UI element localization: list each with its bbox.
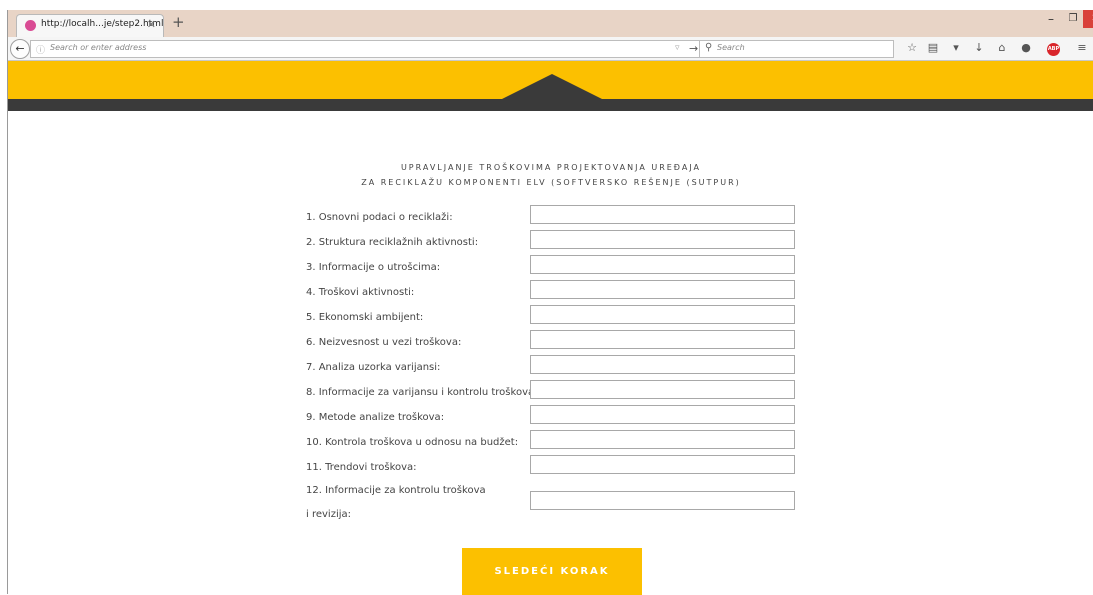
field-label-1: 1. Osnovni podaci o reciklaži: (306, 212, 453, 223)
field-label-11: 11. Trendovi troškova: (306, 462, 417, 473)
info-icon[interactable]: ⓘ (36, 43, 45, 56)
back-arrow-icon[interactable]: ← (10, 39, 30, 59)
tab-title: http://localh...je/step2.html (41, 19, 164, 29)
field-input-9[interactable] (530, 405, 795, 424)
banner-triangle-icon (500, 74, 604, 100)
new-tab-button[interactable]: + (172, 14, 185, 31)
field-label-8: 8. Informacije za varijansu i kontrolu t… (306, 387, 538, 398)
field-label-9: 9. Metode analize troškova: (306, 412, 445, 423)
field-input-3[interactable] (530, 255, 795, 274)
field-input-12[interactable] (530, 491, 795, 510)
field-label-6: 6. Neizvesnost u vezi troškova: (306, 337, 462, 348)
field-input-4[interactable] (530, 280, 795, 299)
hamburger-menu-icon[interactable]: ≡ (1074, 41, 1090, 54)
tab-step2[interactable]: http://localh...je/step2.html ✕ (16, 14, 164, 37)
field-label-4: 4. Troškovi aktivnosti: (306, 287, 415, 298)
search-icon: ⚲ (705, 42, 713, 53)
page-subtitle: ZA RECIKLAŽU KOMPONENTI ELV (SOFTVERSKO … (361, 178, 741, 187)
minimize-button[interactable]: – (1039, 10, 1063, 28)
pocket-icon[interactable]: ▾ (948, 41, 964, 54)
field-input-7[interactable] (530, 355, 795, 374)
home-icon[interactable]: ⌂ (994, 41, 1010, 54)
field-label-7: 7. Analiza uzorka varijansi: (306, 362, 441, 373)
search-input[interactable] (717, 43, 887, 52)
bookmark-star-icon[interactable]: ☆ (904, 41, 920, 54)
field-input-6[interactable] (530, 330, 795, 349)
close-window-button[interactable]: ✕ (1083, 10, 1093, 28)
maximize-button[interactable]: ❐ (1061, 10, 1085, 28)
field-label-2: 2. Struktura reciklažnih aktivnosti: (306, 237, 479, 248)
download-icon[interactable]: ↓ (971, 41, 987, 54)
field-label-3: 3. Informacije o utrošcima: (306, 262, 441, 273)
go-arrow-icon[interactable]: → (689, 42, 698, 55)
nav-toolbar: ← ⓘ ▿ → ⚲ ☆ ▤ ▾ ↓ ⌂ ● ABP ≡ (8, 37, 1093, 61)
dropdown-icon[interactable]: ▿ (675, 43, 680, 53)
browser-window: http://localh...je/step2.html ✕ + – ❐ ✕ … (7, 10, 1093, 595)
field-input-10[interactable] (530, 430, 795, 449)
field-label-10: 10. Kontrola troškova u odnosu na budžet… (306, 437, 519, 448)
search-bar[interactable]: ⚲ (699, 40, 894, 58)
field-label-12-cont: i revizija: (306, 509, 351, 520)
field-input-11[interactable] (530, 455, 795, 474)
url-input[interactable] (50, 43, 650, 52)
field-input-5[interactable] (530, 305, 795, 324)
page-title: UPRAVLJANJE TROŠKOVIMA PROJEKTOVANJA URE… (400, 163, 702, 172)
chat-icon[interactable]: ● (1018, 41, 1034, 54)
adblock-icon[interactable]: ABP (1047, 43, 1060, 56)
tab-bar: http://localh...je/step2.html ✕ + – ❐ ✕ (8, 10, 1093, 37)
header-dark-band (8, 99, 1093, 111)
reading-list-icon[interactable]: ▤ (925, 41, 941, 54)
address-bar[interactable]: ⓘ ▿ → (30, 40, 702, 58)
next-step-button[interactable]: SLEDEĆI KORAK (462, 548, 642, 595)
page-content: UPRAVLJANJE TROŠKOVIMA PROJEKTOVANJA URE… (8, 61, 1093, 595)
field-input-8[interactable] (530, 380, 795, 399)
field-input-1[interactable] (530, 205, 795, 224)
favicon-icon (25, 20, 36, 31)
close-tab-icon[interactable]: ✕ (147, 18, 156, 31)
field-input-2[interactable] (530, 230, 795, 249)
field-label-12: 12. Informacije za kontrolu troškova (306, 485, 486, 496)
field-label-5: 5. Ekonomski ambijent: (306, 312, 424, 323)
